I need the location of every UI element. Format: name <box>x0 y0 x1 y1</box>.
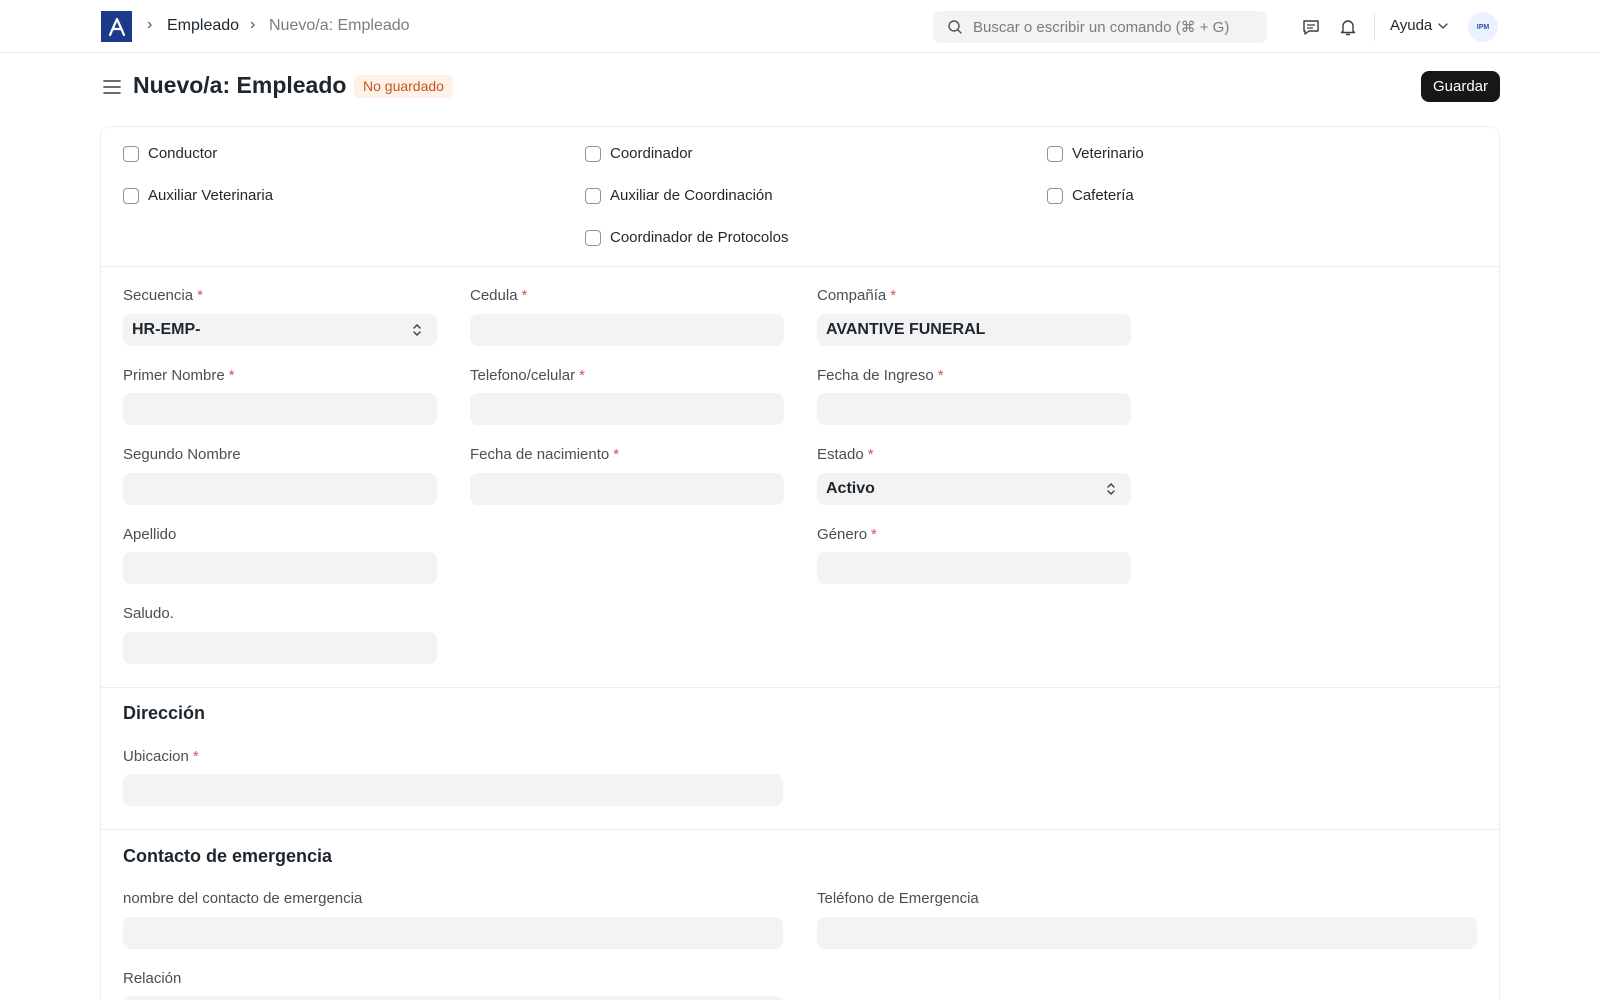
checkbox-veterinario[interactable]: Veterinario <box>1047 145 1144 162</box>
section-divider <box>100 266 1500 267</box>
app-logo[interactable] <box>101 11 132 42</box>
checkbox-auxiliar-veterinaria[interactable]: Auxiliar Veterinaria <box>123 187 273 204</box>
chevron-down-icon <box>1438 22 1448 29</box>
fecha-nacimiento-input[interactable] <box>470 473 784 505</box>
secuencia-label: Secuencia * <box>123 287 203 304</box>
chevron-right-icon: › <box>250 16 256 33</box>
saludo-input[interactable] <box>123 632 437 664</box>
search-input[interactable] <box>973 11 1258 43</box>
checkbox-label: Veterinario <box>1072 145 1144 162</box>
sidebar-toggle-icon[interactable] <box>101 76 123 98</box>
direccion-section-title: Dirección <box>123 703 206 723</box>
chat-icon[interactable] <box>1300 16 1322 38</box>
telefono-label: Telefono/celular * <box>470 367 585 384</box>
cedula-label: Cedula * <box>470 287 528 304</box>
ubicacion-input[interactable] <box>123 774 783 806</box>
checkbox-label: Auxiliar de Coordinación <box>610 187 773 204</box>
estado-value: Activo <box>826 480 875 497</box>
fecha-nacimiento-label: Fecha de nacimiento * <box>470 446 620 463</box>
checkbox[interactable] <box>123 145 139 162</box>
compania-input[interactable] <box>817 314 1131 346</box>
secuencia-select[interactable]: HR-EMP- <box>123 314 437 346</box>
cedula-input[interactable] <box>470 314 784 346</box>
checkbox-auxiliar-coordinacion[interactable]: Auxiliar de Coordinación <box>585 187 773 204</box>
compania-label: Compañía * <box>817 287 897 304</box>
checkbox-conductor[interactable]: Conductor <box>123 145 217 162</box>
emergencia-nombre-label: nombre del contacto de emergencia <box>123 890 363 907</box>
checkbox-label: Coordinador <box>610 145 693 162</box>
ubicacion-label: Ubicacion * <box>123 748 199 765</box>
select-arrows-icon <box>1107 483 1115 495</box>
checkbox[interactable] <box>585 145 601 162</box>
secuencia-value: HR-EMP- <box>132 321 201 338</box>
search-bar[interactable] <box>933 11 1267 43</box>
segundo-nombre-label: Segundo Nombre <box>123 446 241 463</box>
emergencia-telefono-input[interactable] <box>817 917 1477 949</box>
telefono-input[interactable] <box>470 393 784 425</box>
save-button[interactable]: Guardar <box>1421 71 1500 102</box>
emergencia-section-title: Contacto de emergencia <box>123 846 333 866</box>
checkbox-coordinador-protocolos[interactable]: Coordinador de Protocolos <box>585 229 788 246</box>
primer-nombre-input[interactable] <box>123 393 437 425</box>
estado-label: Estado * <box>817 446 874 463</box>
logo-icon <box>108 17 125 36</box>
saludo-label: Saludo. <box>123 605 174 622</box>
emergencia-telefono-label: Teléfono de Emergencia <box>817 890 979 907</box>
checkbox[interactable] <box>123 187 139 204</box>
bell-icon[interactable] <box>1337 16 1359 38</box>
select-arrows-icon <box>413 324 421 336</box>
checkbox-label: Coordinador de Protocolos <box>610 229 789 246</box>
checkbox[interactable] <box>1047 145 1063 162</box>
checkbox[interactable] <box>585 187 601 204</box>
genero-label: Género * <box>817 526 877 543</box>
help-label: Ayuda <box>1390 17 1433 34</box>
primer-nombre-label: Primer Nombre * <box>123 367 235 384</box>
segundo-nombre-input[interactable] <box>123 473 437 505</box>
breadcrumb-current[interactable]: Nuevo/a: Empleado <box>269 17 410 35</box>
fecha-ingreso-label: Fecha de Ingreso * <box>817 367 944 384</box>
avatar[interactable]: IPM <box>1468 12 1498 42</box>
apellido-label: Apellido <box>123 526 177 543</box>
section-divider <box>100 687 1500 688</box>
navbar: › Empleado › Nuevo/a: Empleado Ayuda IPM <box>0 0 1600 53</box>
fecha-ingreso-input[interactable] <box>817 393 1131 425</box>
checkbox[interactable] <box>585 229 601 246</box>
checkbox-label: Auxiliar Veterinaria <box>148 187 274 204</box>
genero-input[interactable] <box>817 552 1131 584</box>
checkbox-cafeteria[interactable]: Cafetería <box>1047 187 1134 204</box>
help-dropdown[interactable]: Ayuda <box>1390 17 1449 34</box>
status-badge: No guardado <box>354 75 453 98</box>
breadcrumb-empleado[interactable]: Empleado <box>167 17 239 35</box>
section-divider <box>100 829 1500 830</box>
checkbox-label: Cafetería <box>1072 187 1134 204</box>
estado-select[interactable]: Activo <box>817 473 1131 505</box>
checkbox-label: Conductor <box>148 145 218 162</box>
relacion-label: Relación <box>123 970 182 987</box>
search-icon <box>948 20 962 34</box>
checkbox[interactable] <box>1047 187 1063 204</box>
emergencia-nombre-input[interactable] <box>123 917 783 949</box>
relacion-input[interactable] <box>123 996 783 1000</box>
chevron-right-icon: › <box>147 16 153 33</box>
apellido-input[interactable] <box>123 552 437 584</box>
checkbox-coordinador[interactable]: Coordinador <box>585 145 693 162</box>
navbar-divider <box>1374 13 1375 41</box>
page-title: Nuevo/a: Empleado <box>133 72 347 98</box>
